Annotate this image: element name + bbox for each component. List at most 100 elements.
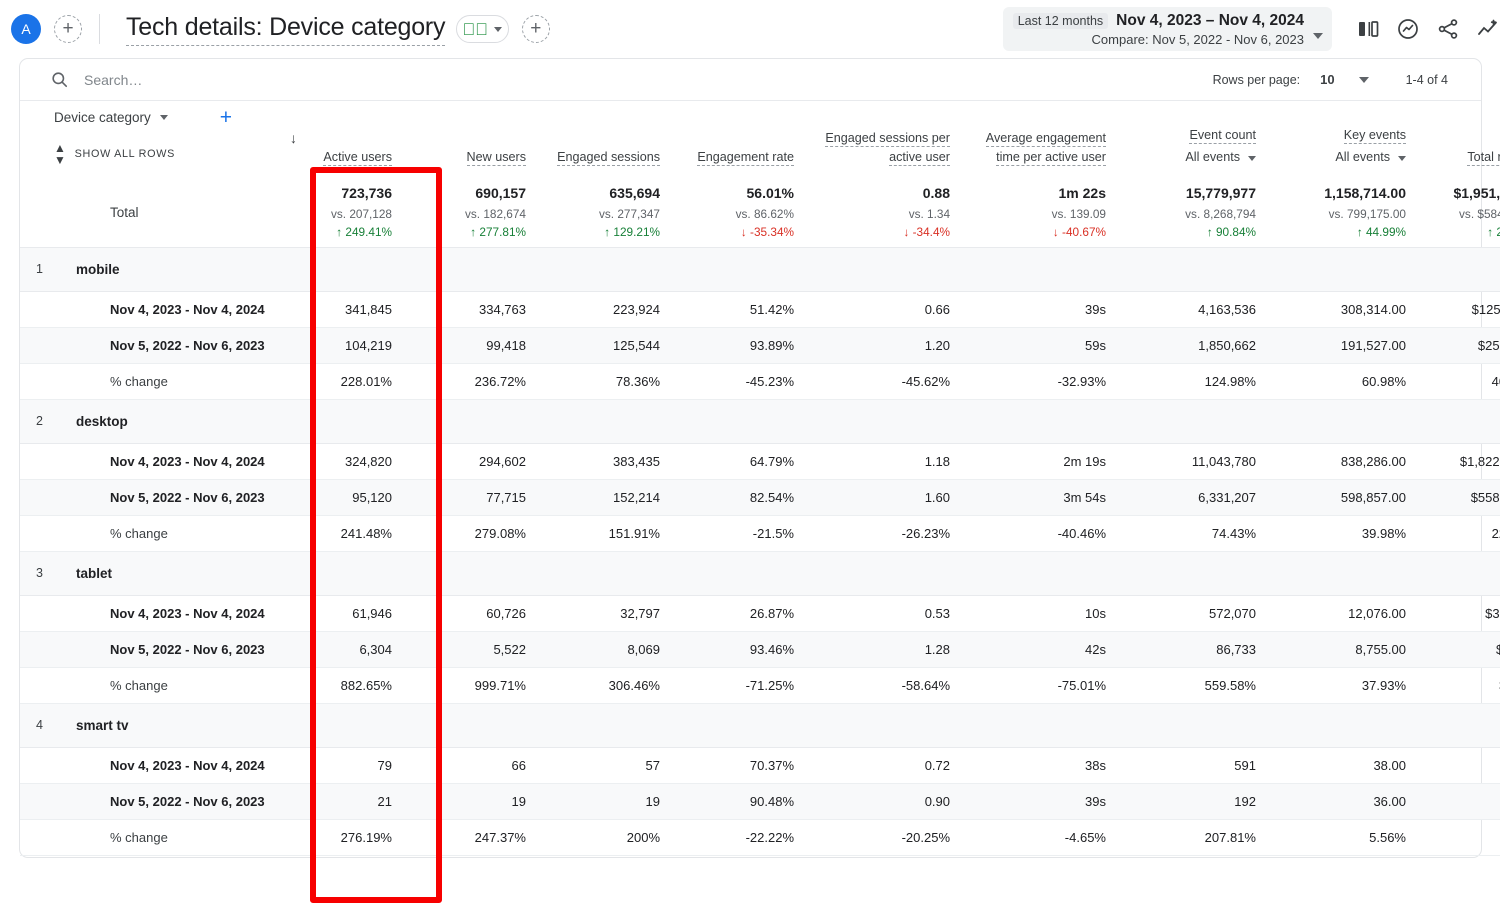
data-quality-badge[interactable]: ✓⃝ (456, 15, 509, 43)
table-cell: 125,544 (538, 327, 672, 363)
report-table: Device category + ▲▼ SHOW ALL ROWS ↓ Act… (20, 101, 1500, 856)
group-empty-cell (270, 247, 404, 291)
table-cell: 78.36% (538, 363, 672, 399)
row-spacer (20, 363, 54, 399)
table-cell: $0.00 (1418, 783, 1500, 819)
table-cell: 38.00 (1268, 747, 1418, 783)
group-name[interactable]: smart tv (54, 703, 270, 747)
rows-per-page-control: Rows per page: 10 1-4 of 4 (1213, 72, 1481, 87)
event-count-filter[interactable]: All events (1122, 148, 1256, 168)
table-cell: 36.00 (1268, 783, 1418, 819)
table-cell: 882.65% (270, 667, 404, 703)
add-comparison-button[interactable]: + (54, 15, 82, 43)
column-header-total-revenue[interactable]: Total revenue (1418, 101, 1500, 178)
date-range-selector[interactable]: Last 12 months Nov 4, 2023 – Nov 4, 2024… (1003, 7, 1332, 51)
chevron-down-icon[interactable] (1359, 77, 1369, 83)
table-cell: 276.19% (270, 819, 404, 855)
row-label: Nov 4, 2023 - Nov 4, 2024 (54, 291, 270, 327)
table-cell: 42s (962, 631, 1118, 667)
column-header-engagement-rate[interactable]: Engagement rate (672, 101, 806, 178)
table-cell: -26.23% (806, 515, 962, 551)
group-empty-cell (806, 703, 962, 747)
group-name[interactable]: desktop (54, 399, 270, 443)
group-empty-cell (1268, 703, 1418, 747)
total-delta: ↑ 233.85% (1418, 223, 1500, 241)
group-empty-cell (672, 247, 806, 291)
table-cell: 60,726 (404, 595, 538, 631)
trends-icon[interactable] (1476, 17, 1500, 41)
avatar[interactable]: A (11, 14, 41, 44)
table-toolbar: Rows per page: 10 1-4 of 4 (20, 59, 1481, 101)
column-header-active-users[interactable]: ↓ Active users (270, 101, 404, 178)
share-icon[interactable] (1436, 17, 1460, 41)
table-cell: 26.87% (672, 595, 806, 631)
table-cell: 104,219 (270, 327, 404, 363)
group-row[interactable]: 1mobile (20, 247, 1500, 291)
compare-icon[interactable] (1356, 17, 1380, 41)
total-delta: ↑ 129.21% (538, 223, 660, 241)
table-cell: 57 (538, 747, 672, 783)
group-row[interactable]: 3tablet (20, 551, 1500, 595)
add-dimension-button[interactable]: + (220, 107, 232, 128)
top-bar: A + Tech details: Device category ✓⃝ + L… (0, 0, 1500, 58)
group-empty-cell (962, 551, 1118, 595)
total-value: 1m 22s (962, 183, 1106, 205)
total-compare: vs. 277,347 (538, 205, 660, 223)
table-row: % change276.19%247.37%200%-22.22%-20.25%… (20, 819, 1500, 855)
rows-per-page-value[interactable]: 10 (1320, 72, 1334, 87)
column-header-new-users[interactable]: New users (404, 101, 538, 178)
group-row[interactable]: 2desktop (20, 399, 1500, 443)
dimension-selector[interactable]: Device category + (54, 107, 270, 128)
table-row: Nov 5, 2022 - Nov 6, 20236,3045,5228,069… (20, 631, 1500, 667)
column-header-average-engagement-time-per-active-user[interactable]: Average engagement time per active user (962, 101, 1118, 178)
table-cell: 82.54% (672, 479, 806, 515)
search-input[interactable] (84, 72, 384, 88)
total-compare: vs. 1.34 (806, 205, 950, 223)
column-header-engaged-sessions[interactable]: Engaged sessions (538, 101, 672, 178)
key-events-filter[interactable]: All events (1272, 148, 1406, 168)
table-cell: 6,331,207 (1118, 479, 1268, 515)
group-empty-cell (962, 703, 1118, 747)
insights-icon[interactable] (1396, 17, 1420, 41)
column-header-key-events[interactable]: Key events All events (1268, 101, 1418, 178)
total-index (20, 178, 54, 247)
event-count-filter-label: All events (1185, 148, 1240, 168)
table-cell: 228.01% (270, 363, 404, 399)
expand-icon: ▲▼ (54, 142, 67, 166)
group-empty-cell (538, 399, 672, 443)
date-range-value: Nov 4, 2023 – Nov 4, 2024 (1116, 12, 1304, 30)
group-empty-cell (1418, 551, 1500, 595)
group-name[interactable]: mobile (54, 247, 270, 291)
row-index: 3 (20, 551, 54, 595)
total-cell: 1,158,714.00vs. 799,175.00↑ 44.99% (1268, 178, 1418, 247)
group-row[interactable]: 4smart tv (20, 703, 1500, 747)
total-row: Total723,736vs. 207,128↑ 249.41%690,157v… (20, 178, 1500, 247)
row-spacer (20, 631, 54, 667)
row-spacer (20, 515, 54, 551)
page-title: Tech details: Device category (126, 13, 445, 46)
table-cell: -40.46% (962, 515, 1118, 551)
table-cell: 93.89% (672, 327, 806, 363)
column-header-engaged-sessions-per-active-user[interactable]: Engaged sessions per active user (806, 101, 962, 178)
row-spacer (20, 291, 54, 327)
row-label: Nov 5, 2022 - Nov 6, 2023 (54, 631, 270, 667)
table-cell: 324,820 (270, 443, 404, 479)
row-spacer (20, 783, 54, 819)
check-circle-icon: ✓⃝ (462, 21, 488, 38)
table-cell: 191,527.00 (1268, 327, 1418, 363)
column-header-event-count[interactable]: Event count All events (1118, 101, 1268, 178)
table-cell: 99,418 (404, 327, 538, 363)
table-cell: 19 (404, 783, 538, 819)
table-cell: 60.98% (1268, 363, 1418, 399)
row-label: % change (54, 363, 270, 399)
chevron-down-icon (494, 27, 502, 32)
table-cell: 90.48% (672, 783, 806, 819)
group-empty-cell (806, 399, 962, 443)
show-all-rows-button[interactable]: ▲▼ SHOW ALL ROWS (54, 142, 270, 166)
table-cell: 66 (404, 747, 538, 783)
group-empty-cell (1118, 399, 1268, 443)
group-name[interactable]: tablet (54, 551, 270, 595)
header-dimension: Device category + ▲▼ SHOW ALL ROWS (54, 101, 270, 178)
add-filter-button[interactable]: + (522, 15, 550, 43)
table-cell: 93.46% (672, 631, 806, 667)
